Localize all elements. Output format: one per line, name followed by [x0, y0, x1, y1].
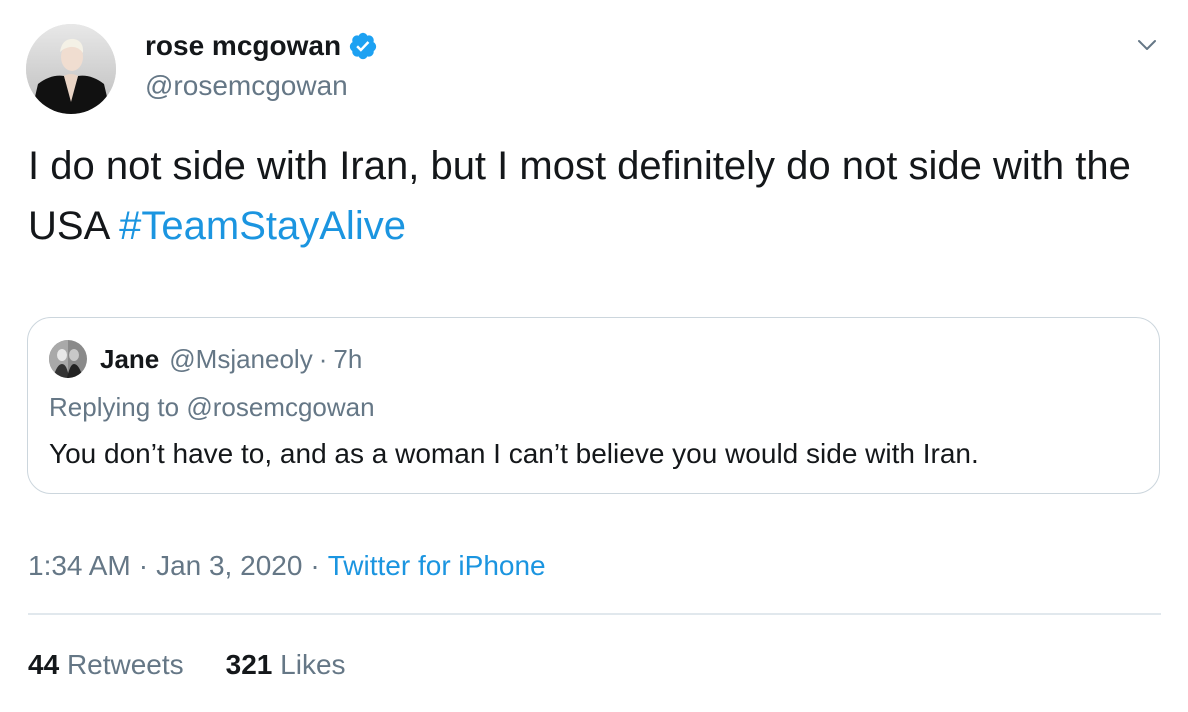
- replying-to-label: Replying to: [49, 392, 180, 422]
- quoted-tweet-header: Jane @Msjaneoly · 7h: [49, 340, 362, 378]
- tweet-time[interactable]: 1:34 AM: [28, 550, 131, 581]
- hashtag-link[interactable]: #TeamStayAlive: [119, 204, 406, 248]
- divider: [28, 613, 1161, 615]
- likes-label: Likes: [280, 649, 346, 680]
- retweets-count: 44: [28, 649, 60, 680]
- replying-to-mention[interactable]: @rosemcgowan: [186, 392, 374, 422]
- tweet-meta: 1:34 AM · Jan 3, 2020 · Twitter for iPhone: [28, 546, 546, 586]
- quoted-author-handle[interactable]: @Msjaneoly: [169, 344, 312, 375]
- quoted-profile-photo-icon: [49, 340, 87, 378]
- tweet-text: I do not side with Iran, but I most defi…: [28, 136, 1148, 256]
- likes-count: 321: [225, 649, 273, 680]
- quoted-tweet-time[interactable]: 7h: [333, 344, 362, 375]
- author-handle[interactable]: @rosemcgowan: [145, 68, 348, 104]
- quoted-header-separator: ·: [318, 343, 328, 374]
- author-display-name-text: rose mcgowan: [145, 30, 342, 61]
- meta-separator-1: ·: [138, 550, 149, 581]
- quoted-tweet-card[interactable]: Jane @Msjaneoly · 7h Replying to @rosemc…: [27, 317, 1160, 494]
- quoted-tweet-text: You don’t have to, and as a woman I can’…: [49, 438, 979, 469]
- tweet-date[interactable]: Jan 3, 2020: [156, 550, 302, 581]
- author-avatar[interactable]: [26, 24, 116, 114]
- profile-photo-icon: [26, 24, 116, 114]
- quoted-author-avatar[interactable]: [49, 340, 87, 378]
- quoted-author-display-name[interactable]: Jane: [100, 344, 159, 375]
- tweet-menu-caret-icon[interactable]: [1136, 34, 1158, 56]
- meta-separator-2: ·: [310, 550, 320, 581]
- retweets-label: Retweets: [66, 649, 184, 680]
- tweet-source-link[interactable]: Twitter for iPhone: [328, 550, 546, 581]
- retweets-stat[interactable]: 44 Retweets: [28, 645, 184, 685]
- replying-to-line: Replying to @rosemcgowan: [49, 392, 375, 423]
- likes-stat[interactable]: 321 Likes: [226, 645, 346, 685]
- author-display-name[interactable]: rose mcgowan: [145, 28, 378, 64]
- verified-badge-icon: [348, 31, 378, 61]
- tweet-stats: 44 Retweets 321 Likes: [28, 645, 346, 685]
